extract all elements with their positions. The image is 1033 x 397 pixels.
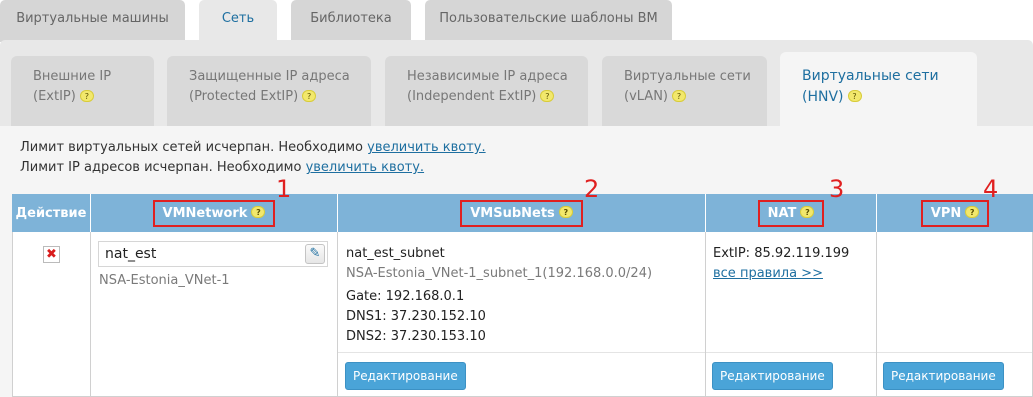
help-icon[interactable]: ?: [79, 89, 94, 102]
subnet-dns2: DNS2: 37.230.153.10: [346, 329, 486, 344]
header-label: VMSubNets: [470, 205, 555, 221]
header-box: NAT?: [757, 199, 825, 227]
subtab-sublabel: (vLAN): [624, 89, 668, 104]
tab-virtual-machines[interactable]: Виртуальные машины: [0, 0, 185, 42]
cell-vmsubnets: nat_est_subnet NSA-Estonia_VNet-1_subnet…: [338, 232, 706, 397]
all-rules-link[interactable]: все правила >>: [713, 266, 823, 281]
header-label: NAT: [767, 205, 797, 221]
callout-number: 3: [829, 175, 845, 203]
header-label: VMNetwork: [162, 205, 248, 221]
header-vpn: VPN?: [877, 194, 1033, 232]
pencil-icon[interactable]: ✎: [305, 244, 325, 264]
help-icon[interactable]: ?: [251, 206, 266, 218]
increase-quota-link[interactable]: увеличить квоту.: [367, 140, 485, 155]
subnet-name: nat_est_subnet: [346, 246, 445, 261]
tab-user-templates[interactable]: Пользовательские шаблоны ВМ: [425, 0, 672, 42]
divider: [338, 352, 705, 353]
header-box: VMSubNets?: [460, 199, 583, 227]
subtab-label: Виртуальные сети: [802, 68, 939, 84]
subnet-dns1: DNS1: 37.230.152.10: [346, 309, 486, 324]
header-label: Действие: [15, 205, 87, 221]
callout-number: 1: [276, 175, 292, 203]
network-description: NSA-Estonia_VNet-1: [99, 273, 230, 288]
quota-notice-ip: Лимит IP адресов исчерпан. Необходимо ув…: [20, 160, 424, 175]
subtab-label: Внешние IP: [33, 69, 112, 84]
subtab-independent-extip[interactable]: Независимые IP адреса (Independent ExtIP…: [385, 56, 588, 126]
subtab-sublabel: (Protected ExtIP): [189, 89, 299, 104]
cell-vpn: Редактирование: [877, 232, 1033, 397]
header-vmsubnets: VMSubNets?: [338, 194, 706, 232]
subtab-label: Независимые IP адреса: [407, 69, 568, 84]
callout-number: 4: [983, 175, 999, 203]
help-icon[interactable]: ?: [672, 89, 686, 102]
subtab-label: Виртуальные сети: [624, 69, 751, 84]
subnet-gateway: Gate: 192.168.0.1: [346, 289, 465, 304]
header-box: VPN?: [920, 199, 990, 227]
tab-library[interactable]: Библиотека: [291, 0, 411, 42]
help-icon[interactable]: ?: [847, 90, 862, 102]
header-vmnetwork: VMNetwork?: [91, 194, 338, 232]
subtab-protected-extip[interactable]: Защищенные IP адреса (Protected ExtIP)?: [167, 56, 371, 126]
subtab-sublabel: (Independent ExtIP): [407, 89, 537, 104]
quota-notice-networks: Лимит виртуальных сетей исчерпан. Необхо…: [20, 140, 486, 155]
header-nat: NAT?: [706, 194, 877, 232]
subtab-label: Защищенные IP адреса: [189, 69, 350, 84]
subtab-extip[interactable]: Внешние IP (ExtIP)?: [11, 56, 154, 126]
subtab-vlan[interactable]: Виртуальные сети (vLAN)?: [602, 56, 767, 126]
network-name-field[interactable]: nat_est ✎: [98, 241, 328, 267]
cell-vmnetwork: nat_est ✎ NSA-Estonia_VNet-1: [91, 232, 338, 397]
tab-network[interactable]: Сеть: [199, 0, 277, 44]
notice-text: Лимит виртуальных сетей исчерпан. Необхо…: [20, 140, 368, 155]
edit-nat-button[interactable]: Редактирование: [712, 362, 833, 390]
subtab-sublabel: (ExtIP): [33, 89, 76, 104]
nat-extip: ExtIP: 85.92.119.199: [713, 246, 850, 261]
increase-quota-link[interactable]: увеличить квоту.: [306, 160, 424, 175]
help-icon[interactable]: ?: [302, 89, 317, 102]
edit-vpn-button[interactable]: Редактирование: [883, 362, 1004, 390]
networks-table: Действие VMNetwork? VMSubNets? NAT? VPN?…: [12, 194, 1033, 397]
cell-nat: ExtIP: 85.92.119.199 все правила >> Реда…: [706, 232, 877, 397]
subtab-hnv[interactable]: Виртуальные сети (HNV)?: [780, 52, 977, 126]
header-box: VMNetwork?: [152, 199, 276, 227]
header-label: VPN: [930, 205, 962, 221]
notice-text: Лимит IP адресов исчерпан. Необходимо: [20, 160, 306, 175]
help-icon[interactable]: ?: [965, 206, 980, 218]
top-tabs: Виртуальные машины Сеть Библиотека Польз…: [0, 0, 1033, 44]
divider: [706, 352, 876, 353]
help-icon[interactable]: ?: [558, 206, 573, 218]
subtab-sublabel: (HNV): [802, 89, 844, 105]
callout-number: 2: [584, 175, 600, 203]
help-icon[interactable]: ?: [800, 206, 815, 218]
help-icon[interactable]: ?: [540, 89, 555, 102]
divider: [877, 352, 1032, 353]
edit-subnet-button[interactable]: Редактирование: [345, 362, 466, 390]
delete-icon[interactable]: ✖: [43, 246, 60, 263]
header-action: Действие: [12, 194, 91, 232]
subnet-description: NSA-Estonia_VNet-1_subnet_1(192.168.0.0/…: [346, 266, 653, 281]
cell-action: ✖: [12, 232, 91, 397]
network-name-value: nat_est: [105, 246, 157, 262]
